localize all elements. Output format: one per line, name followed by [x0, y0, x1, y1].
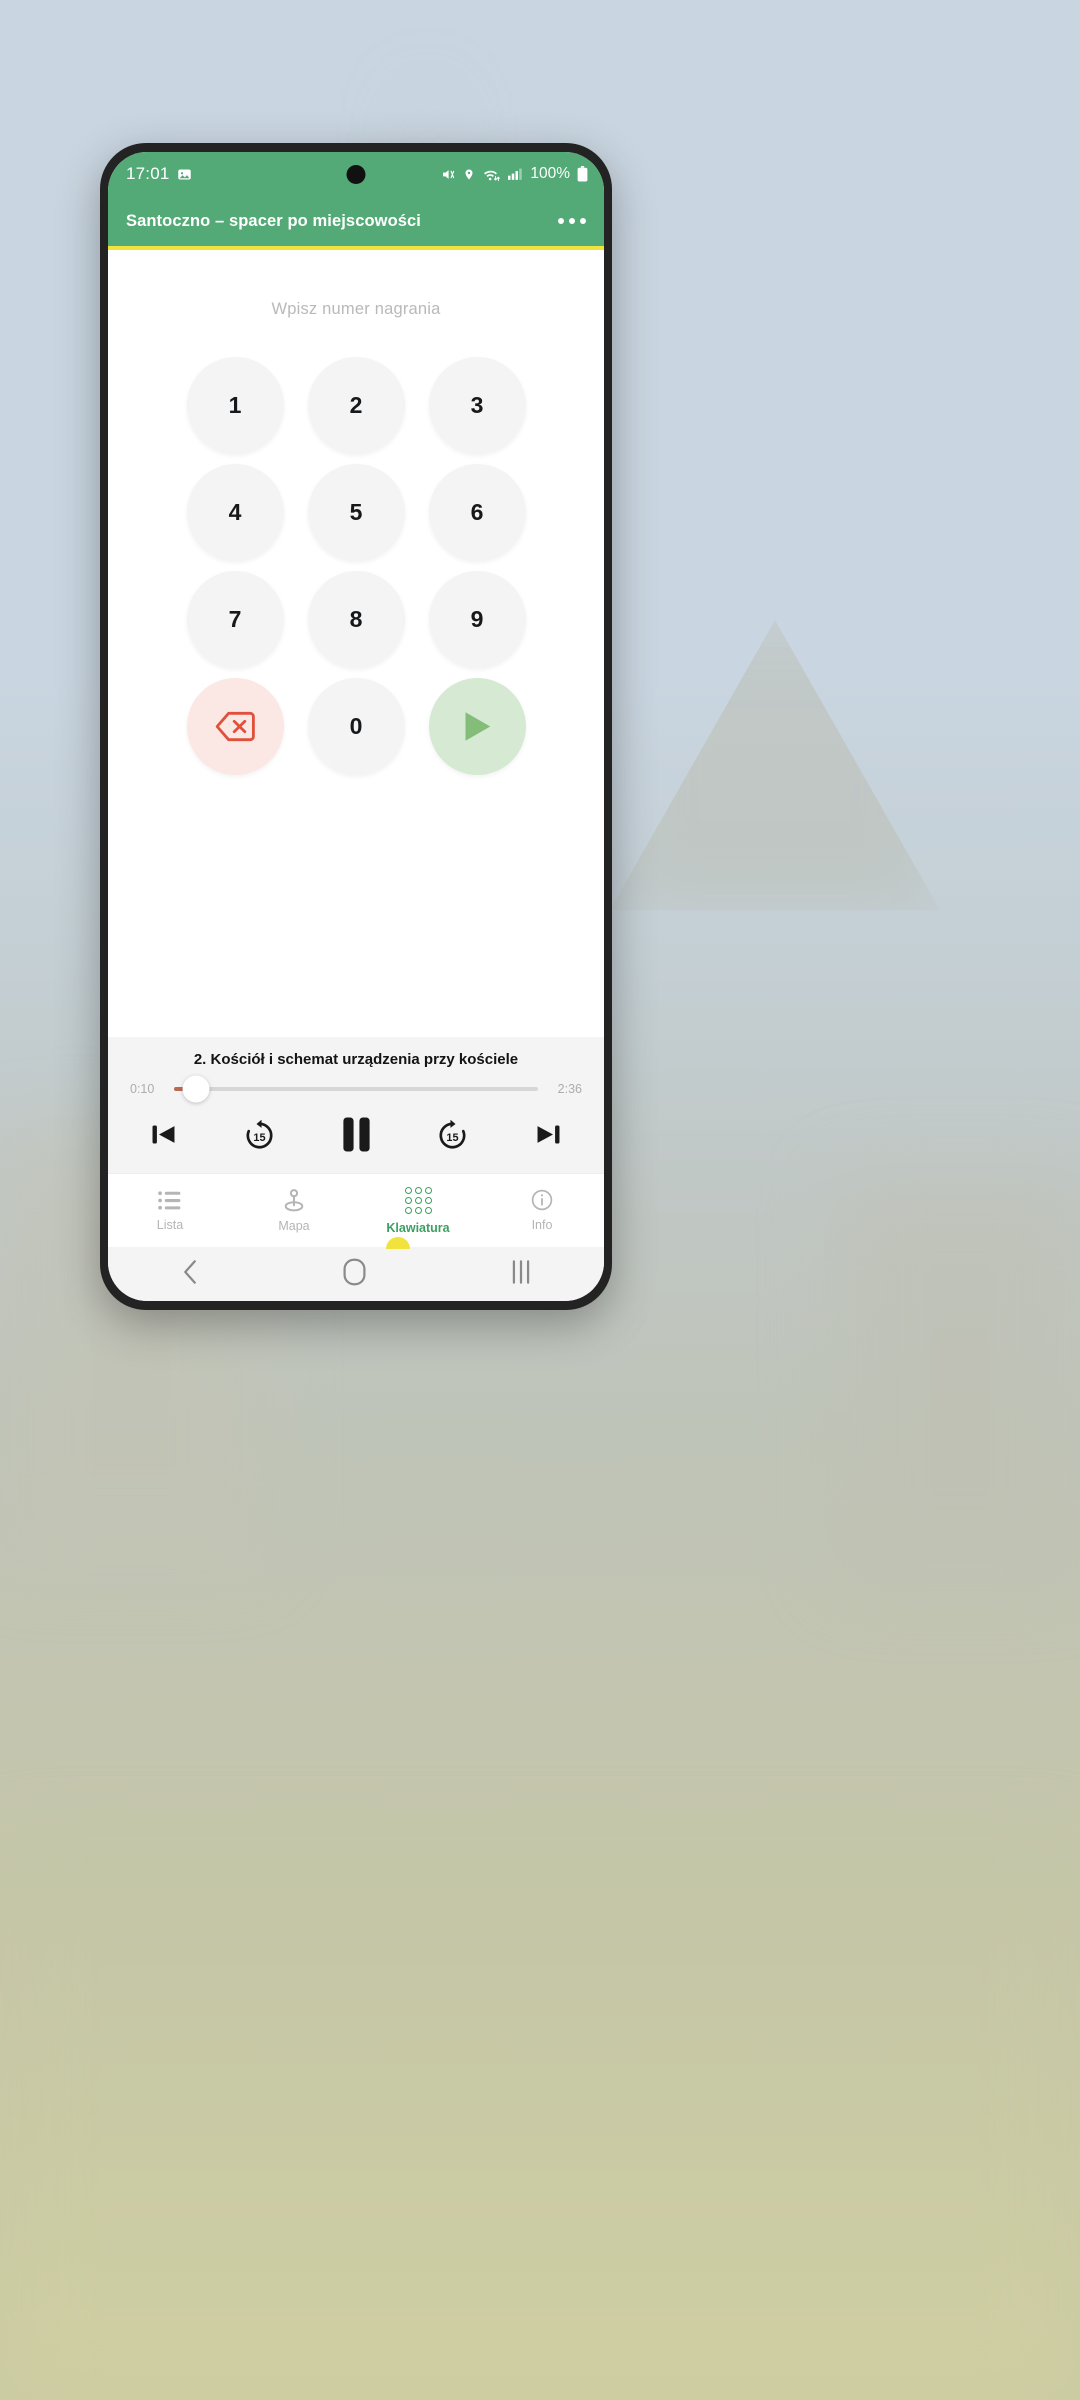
- map-pin-icon: [284, 1188, 304, 1211]
- player-panel: 2. Kościół i schemat urządzenia przy koś…: [108, 1037, 604, 1173]
- rewind-15-label: 15: [254, 1132, 266, 1144]
- nav-label-lista: Lista: [156, 1217, 184, 1232]
- key-7[interactable]: 7: [186, 571, 284, 668]
- system-home-button[interactable]: [342, 1258, 367, 1291]
- nav-lista[interactable]: Lista: [108, 1174, 232, 1247]
- status-time: 17:01: [126, 164, 170, 183]
- app-bar: Santoczno – spacer po miejscowości: [108, 196, 604, 246]
- mute-icon: [443, 169, 455, 179]
- key-3[interactable]: 3: [428, 357, 526, 454]
- keypad-grid: 1 2 3 4 5 6 7 8 9 0: [186, 357, 526, 775]
- transport-controls: 15 15: [108, 1096, 604, 1167]
- track-title: 2. Kościół i schemat urządzenia przy koś…: [193, 1051, 519, 1068]
- key-5[interactable]: 5: [307, 464, 405, 561]
- overflow-menu-button[interactable]: [558, 218, 586, 224]
- recents-icon: [512, 1259, 530, 1284]
- battery-icon: [577, 166, 588, 182]
- background-fence: [840, 1180, 1080, 1580]
- page-title: Santoczno – spacer po miejscowości: [126, 211, 421, 230]
- keypad-dot: [414, 1196, 422, 1204]
- signal-icon: [508, 168, 523, 180]
- phone-frame: 17:01 100% Santoczno – spacer po miejsco…: [100, 143, 612, 1310]
- duration-time: 2:36: [557, 1082, 582, 1096]
- nav-klawiatura[interactable]: Klawiatura: [356, 1174, 480, 1247]
- wifi-icon: [484, 170, 501, 181]
- next-track-button[interactable]: [533, 1119, 564, 1150]
- key-0[interactable]: 0: [307, 678, 405, 775]
- seek-slider[interactable]: [174, 1075, 538, 1103]
- back-icon: [183, 1259, 196, 1284]
- seek-row: 0:10 2:36: [108, 1068, 604, 1103]
- status-bar: 17:01 100%: [108, 152, 604, 196]
- key-backspace[interactable]: [186, 678, 284, 775]
- key-9[interactable]: 9: [428, 571, 526, 668]
- nav-mapa[interactable]: Mapa: [232, 1174, 356, 1247]
- next-icon: [537, 1125, 560, 1144]
- forward-15-label: 15: [446, 1132, 458, 1144]
- replay-15-icon: 15: [246, 1119, 273, 1149]
- info-icon: [531, 1189, 553, 1211]
- key-8[interactable]: 8: [307, 571, 405, 668]
- phone-screen: 17:01 100% Santoczno – spacer po miejsco…: [108, 152, 604, 1301]
- previous-track-button[interactable]: [148, 1119, 179, 1150]
- image-icon: [177, 169, 191, 179]
- keypad-dot: [424, 1206, 432, 1214]
- play-icon: [465, 712, 490, 741]
- forward-15-icon: 15: [439, 1119, 466, 1149]
- nav-label-mapa: Mapa: [278, 1218, 310, 1233]
- battery-percent: 100%: [530, 165, 570, 182]
- previous-icon: [152, 1125, 175, 1144]
- keypad-dot: [404, 1186, 412, 1194]
- elapsed-time: 0:10: [130, 1082, 155, 1096]
- nav-label-info: Info: [531, 1218, 553, 1232]
- backspace-icon: [215, 711, 255, 742]
- background-roof: [610, 620, 940, 910]
- kebab-dot: [580, 218, 586, 224]
- pause-icon: [342, 1117, 370, 1152]
- forward-15-button[interactable]: 15: [436, 1118, 469, 1151]
- kebab-dot: [558, 218, 564, 224]
- keypad-dot: [404, 1196, 412, 1204]
- keypad-panel: Wpisz numer nagrania 1 2 3 4 5 6 7 8 9 0: [108, 250, 604, 1037]
- keypad-dot: [424, 1186, 432, 1194]
- keypad-dot: [414, 1206, 422, 1214]
- keypad-dots-icon: [404, 1186, 432, 1214]
- nav-info[interactable]: Info: [480, 1174, 604, 1247]
- keypad-dot: [404, 1206, 412, 1214]
- seek-thumb[interactable]: [182, 1075, 210, 1103]
- nav-label-klawiatura: Klawiatura: [386, 1220, 450, 1235]
- key-4[interactable]: 4: [186, 464, 284, 561]
- list-icon: [157, 1190, 180, 1210]
- keypad-dot: [414, 1186, 422, 1194]
- key-1[interactable]: 1: [186, 357, 284, 454]
- key-2[interactable]: 2: [307, 357, 405, 454]
- home-icon: [343, 1258, 367, 1285]
- key-play[interactable]: [428, 678, 526, 775]
- keypad-dot: [424, 1196, 432, 1204]
- background-ground: [0, 1850, 1080, 2400]
- location-icon: [465, 169, 473, 179]
- system-recents-button[interactable]: [509, 1259, 533, 1290]
- system-navigation-bar: [108, 1247, 604, 1301]
- pause-button[interactable]: [341, 1116, 372, 1153]
- key-6[interactable]: 6: [428, 464, 526, 561]
- kebab-dot: [569, 218, 575, 224]
- status-bar-right: 100%: [440, 165, 588, 183]
- bottom-navigation: Lista Mapa Klawiatura Info: [108, 1173, 604, 1249]
- status-bar-left: 17:01: [126, 164, 192, 184]
- rewind-15-button[interactable]: 15: [243, 1118, 276, 1151]
- keypad-hint: Wpisz numer nagrania: [271, 300, 441, 318]
- camera-punch-hole: [346, 165, 366, 184]
- system-back-button[interactable]: [179, 1259, 201, 1290]
